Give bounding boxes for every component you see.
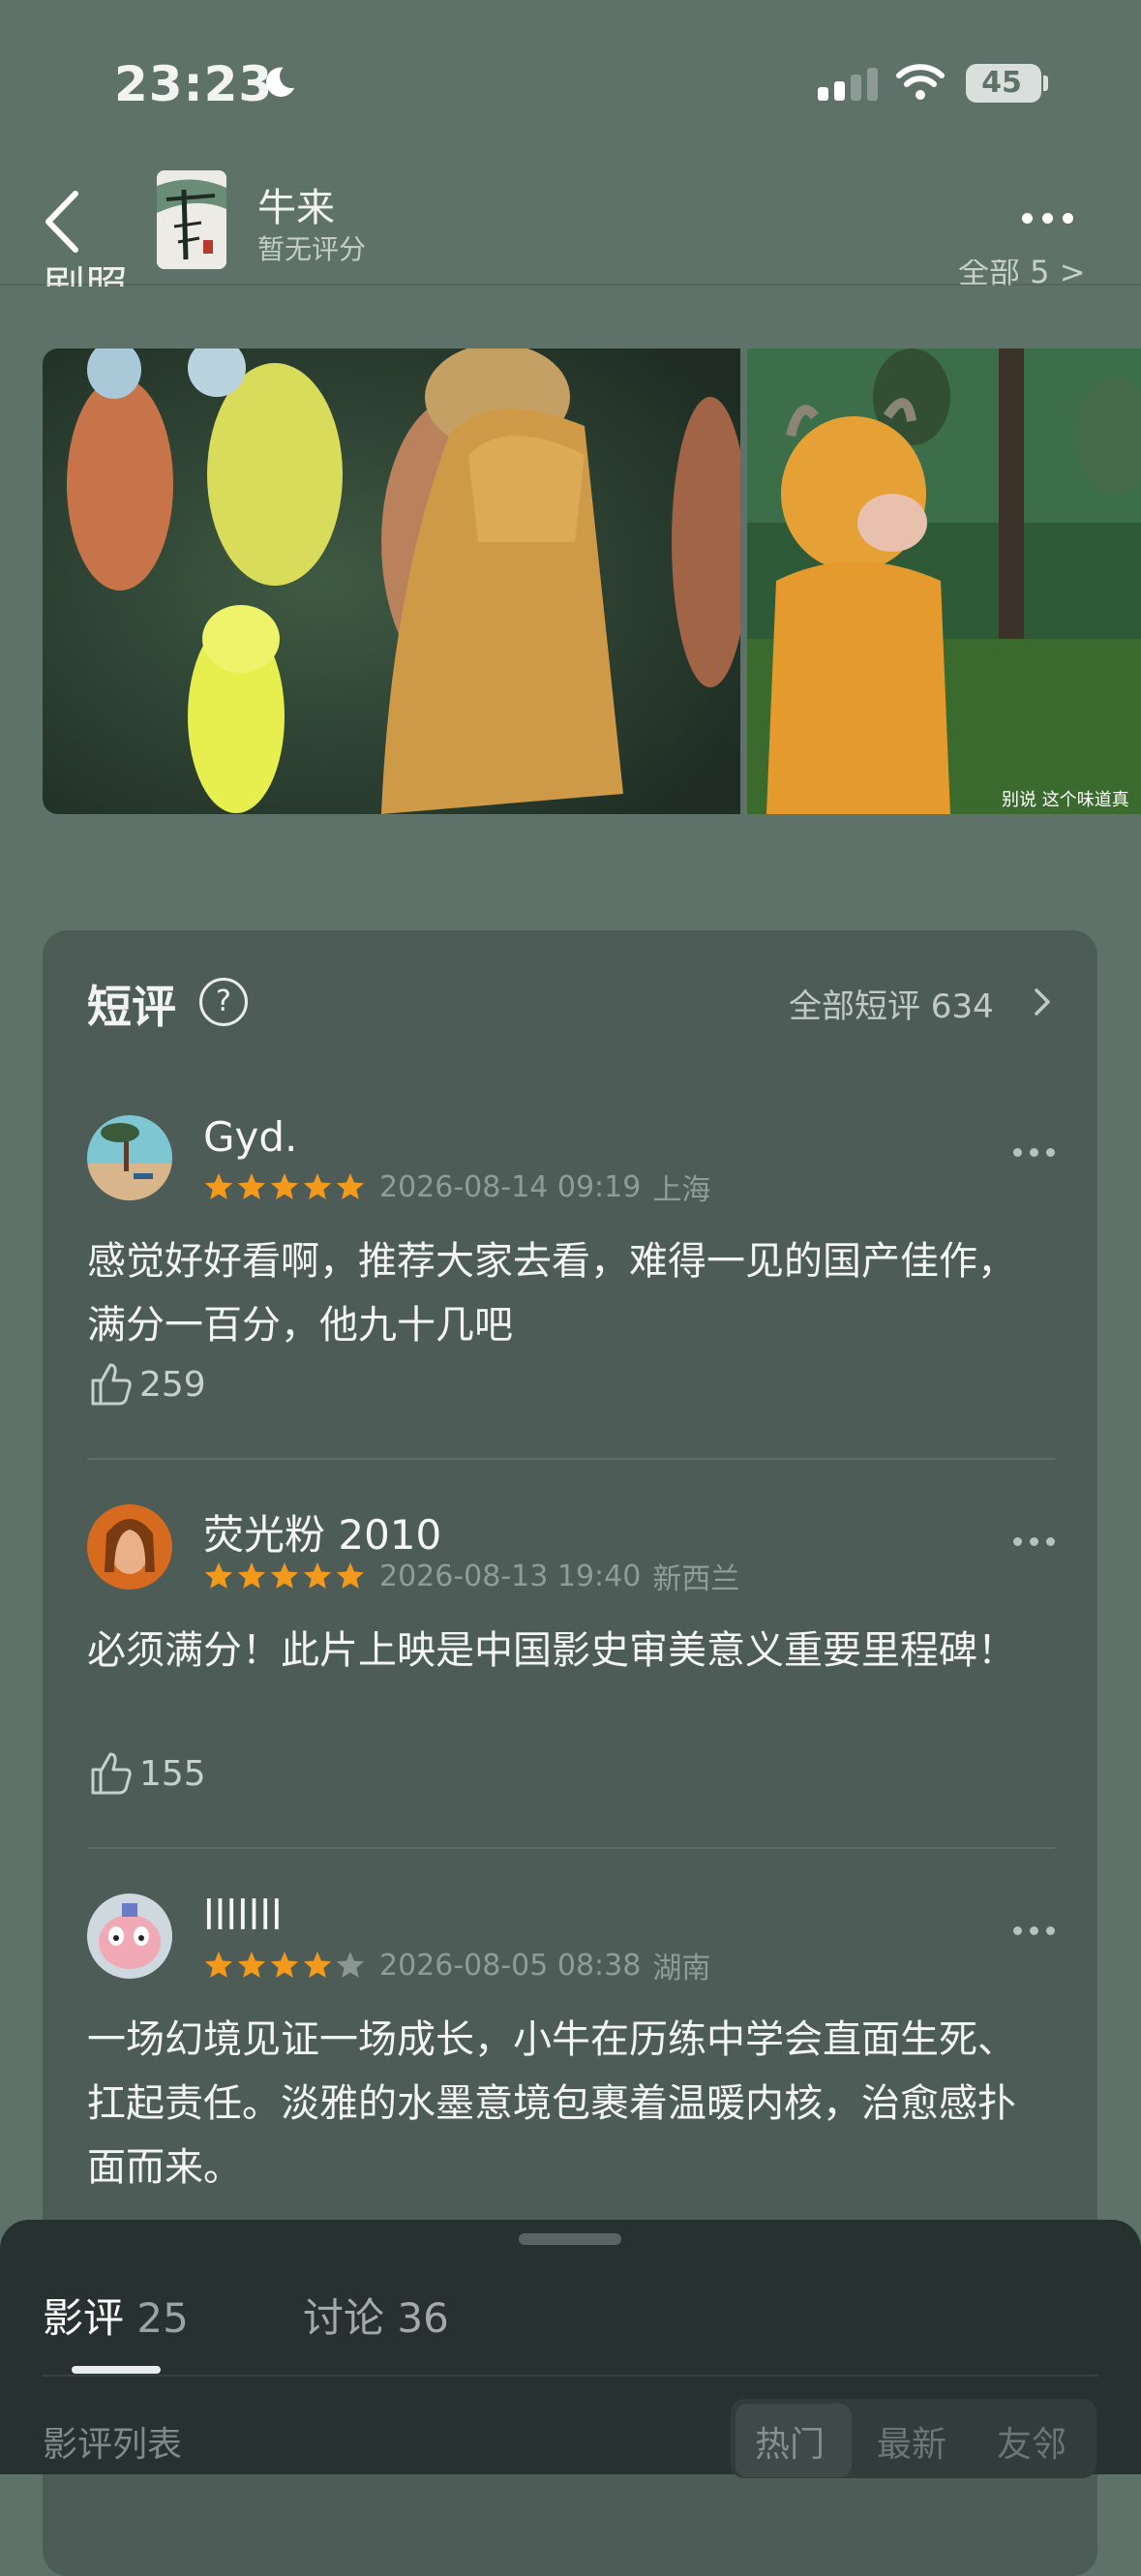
- star-icon: [237, 1562, 266, 1589]
- star-icon: [270, 1173, 299, 1199]
- more-options-icon[interactable]: [1022, 213, 1073, 224]
- movie-poster-thumbnail[interactable]: [157, 170, 226, 269]
- tab-count: 36: [397, 2294, 449, 2342]
- nav-divider: [0, 284, 1141, 286]
- review-date: 2026-08-14 09:19: [379, 1169, 642, 1204]
- review-location: 湖南: [652, 1952, 711, 1985]
- tab-label: 影评: [43, 2294, 125, 2342]
- review-meta: 2026-08-05 08:38 湖南: [203, 1944, 710, 1986]
- review-text: 必须满分！此片上映是中国影史审美意义重要里程碑！: [87, 1628, 1016, 1673]
- like-count: 155: [139, 1753, 206, 1794]
- review-username[interactable]: Gyd.: [203, 1113, 297, 1161]
- star-icon: [336, 1952, 365, 1978]
- star-icon: [336, 1562, 365, 1589]
- movie-still-2[interactable]: 别说 这个味道真: [747, 349, 1141, 814]
- sheet-grab-handle[interactable]: [519, 2233, 621, 2245]
- star-icon: [270, 1952, 299, 1978]
- movie-still-1[interactable]: [43, 349, 740, 814]
- rating-status: 暂无评分: [257, 233, 367, 265]
- star-rating: [203, 1950, 366, 1981]
- status-time: 23:23: [114, 56, 274, 112]
- user-avatar[interactable]: [87, 1115, 172, 1200]
- review-text: 一场幻境见证一场成长，小牛在历练中学会直面生死、扛起责任。淡雅的水墨意境包裹着温…: [87, 2017, 1016, 2190]
- active-tab-indicator: [72, 2366, 161, 2374]
- review-date: 2026-08-05 08:38: [379, 1948, 642, 1983]
- help-icon[interactable]: ?: [199, 978, 248, 1026]
- review-divider: [87, 1847, 1055, 1849]
- like-count: 259: [139, 1364, 206, 1405]
- user-avatar[interactable]: [87, 1894, 172, 1979]
- star-icon: [237, 1173, 266, 1199]
- battery-nub: [1043, 76, 1048, 91]
- sort-option-friends[interactable]: 友邻: [997, 2416, 1066, 2467]
- star-icon: [237, 1952, 266, 1978]
- battery-level: 45: [981, 66, 1022, 100]
- star-icon: [303, 1952, 332, 1978]
- star-icon: [303, 1562, 332, 1589]
- review-username[interactable]: 荧光粉 2010: [203, 1502, 441, 1561]
- chevron-right-icon[interactable]: [1034, 987, 1051, 1016]
- wifi-icon: [896, 64, 945, 100]
- star-icon: [270, 1562, 299, 1589]
- thumbs-up-icon: [91, 1752, 132, 1795]
- tab-count: 25: [136, 2294, 189, 2342]
- stills-heading: 剧照: [43, 259, 128, 287]
- sort-option-latest[interactable]: 最新: [877, 2416, 946, 2467]
- review-location: 新西兰: [652, 1562, 740, 1596]
- review-more-icon[interactable]: [1013, 1537, 1055, 1546]
- star-icon: [204, 1952, 233, 1978]
- star-icon: [303, 1173, 332, 1199]
- review-more-icon[interactable]: [1013, 1148, 1055, 1157]
- thumbs-up-icon: [91, 1363, 132, 1406]
- review-meta: 2026-08-13 19:40 新西兰: [203, 1555, 739, 1597]
- star-rating: [203, 1171, 366, 1202]
- moon-icon: [266, 67, 295, 97]
- cellular-signal-icon: [818, 68, 878, 101]
- tab-long-reviews[interactable]: 影评 25: [43, 2286, 189, 2345]
- movie-title: 牛来: [257, 186, 335, 230]
- review-date: 2026-08-13 19:40: [379, 1559, 642, 1593]
- review-divider: [87, 1458, 1055, 1460]
- short-reviews-title: 短评: [87, 981, 176, 1033]
- still-caption: 别说 这个味道真: [1002, 790, 1129, 810]
- user-avatar[interactable]: [87, 1504, 172, 1590]
- review-meta: 2026-08-14 09:19 上海: [203, 1166, 710, 1208]
- review-text: 感觉好好看啊，推荐大家去看，难得一见的国产佳作，满分一百分，他九十几吧: [87, 1239, 1016, 1348]
- sort-option-hot[interactable]: 热门: [755, 2416, 825, 2467]
- tab-discussions[interactable]: 讨论 36: [303, 2286, 449, 2345]
- star-rating: [203, 1561, 366, 1591]
- sheet-divider: [43, 2375, 1098, 2377]
- tab-label: 讨论: [303, 2294, 385, 2342]
- stills-all-link[interactable]: 全部 5 >: [958, 259, 1086, 287]
- star-icon: [204, 1173, 233, 1199]
- review-list-label: 影评列表: [43, 2425, 183, 2465]
- review-location: 上海: [652, 1173, 711, 1207]
- all-short-reviews-link[interactable]: 全部短评 634: [789, 980, 994, 1027]
- like-button[interactable]: 155: [87, 1750, 206, 1797]
- star-icon: [336, 1173, 365, 1199]
- review-more-icon[interactable]: [1013, 1926, 1055, 1935]
- review-username[interactable]: lllllll: [203, 1892, 283, 1939]
- back-chevron-icon[interactable]: [43, 190, 81, 254]
- star-icon: [204, 1562, 233, 1589]
- like-button[interactable]: 259: [87, 1361, 206, 1408]
